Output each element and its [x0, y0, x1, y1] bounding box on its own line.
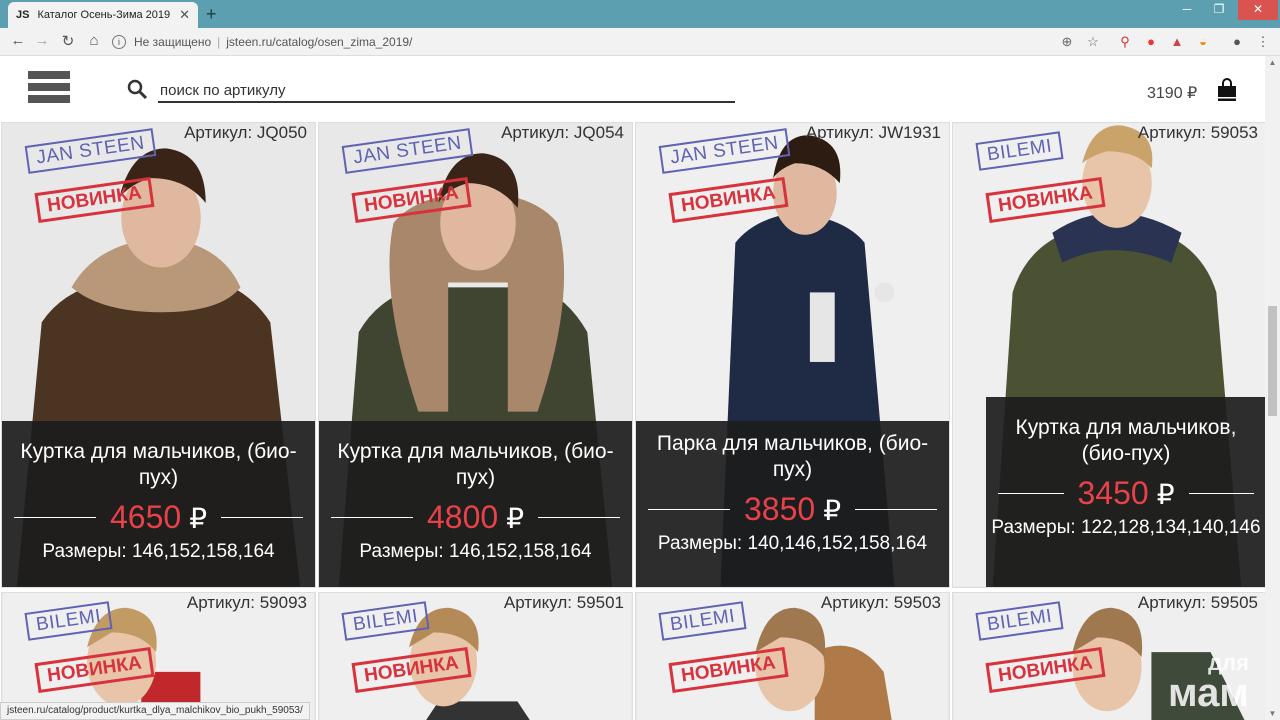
product-name[interactable]: Куртка для мальчиков, (био-пух) [319, 439, 632, 491]
scrollbar-thumb[interactable] [1268, 306, 1277, 416]
product-price: 4650 ₽ [110, 499, 208, 535]
status-bar-url: jsteen.ru/catalog/product/kurtka_dlya_ma… [0, 702, 310, 720]
forward-arrow-icon[interactable]: → [32, 32, 52, 49]
info-icon[interactable]: i [112, 35, 126, 49]
divider [855, 509, 938, 510]
reload-icon[interactable]: ↻ [58, 32, 78, 50]
product-info-box: Куртка для мальчиков, (био-пух) 4800 ₽ Ра… [319, 421, 632, 587]
article-number: Артикул: 59503 [820, 593, 941, 612]
product-card[interactable]: Артикул: 59093 BILEMI НОВИНКА [1, 592, 316, 720]
product-name[interactable]: Парка для мальчиков, (био-пух) [636, 431, 949, 483]
article-number: Артикул: 59505 [1137, 593, 1258, 612]
url-separator: | [217, 35, 221, 49]
price-row: 3450 ₽ [998, 475, 1255, 512]
hamburger-menu-icon[interactable] [28, 71, 70, 109]
divider [648, 509, 730, 510]
product-grid: Артикул: JQ050 JAN STEEN НОВИНКА Куртка … [0, 122, 1265, 720]
page-scrollbar[interactable]: ▲ ▼ [1265, 56, 1280, 720]
divider [1188, 493, 1255, 494]
divider [538, 517, 621, 518]
minimize-icon[interactable]: ─ [1172, 0, 1202, 20]
product-name[interactable]: Куртка для мальчиков, (био-пух) [986, 415, 1265, 467]
product-price: 3850 ₽ [744, 491, 842, 527]
maximize-icon[interactable]: ❐ [1204, 0, 1234, 20]
article-number: Артикул: 59501 [503, 593, 624, 612]
product-card[interactable]: Артикул: 59501 BILEMI НОВИНКА [318, 592, 633, 720]
product-info-box: Парка для мальчиков, (био-пух) 3850 ₽ Раз… [636, 421, 949, 587]
product-sizes: Размеры: 146,152,158,164 [42, 541, 275, 562]
product-sizes: Размеры: 146,152,158,164 [359, 541, 592, 562]
extension-bike-icon[interactable]: ⚲ [1116, 34, 1134, 50]
scroll-down-icon[interactable]: ▼ [1265, 709, 1280, 718]
price-row: 3850 ₽ [648, 491, 938, 528]
address-bar[interactable]: i Не защищено | jsteen.ru/catalog/osen_z… [112, 30, 1112, 54]
search-input[interactable] [158, 80, 735, 103]
product-name[interactable]: Куртка для мальчиков, (био-пух) [2, 439, 315, 491]
browser-tab[interactable]: JS Каталог Осень-Зима 2019 Жан Сте ✕ [8, 2, 198, 28]
divider [331, 517, 413, 518]
article-number: Артикул: JQ054 [501, 123, 624, 142]
bookmark-star-icon[interactable]: ☆ [1084, 34, 1102, 50]
product-price: 4800 ₽ [427, 499, 525, 535]
security-label: Не защищено [134, 35, 212, 49]
extension-mail-icon[interactable]: ◒ [1194, 34, 1212, 49]
price-row: 4650 ₽ [14, 499, 304, 536]
site-header: 3190 ₽ [0, 56, 1265, 122]
site-favicon-icon: JS [16, 9, 30, 21]
product-card[interactable]: Артикул: 59503 BILEMI НОВИНКА [635, 592, 950, 720]
url-text: jsteen.ru/catalog/osen_zima_2019/ [226, 35, 413, 49]
extension-pdf-icon[interactable]: ▲ [1168, 34, 1186, 49]
tab-close-icon[interactable]: ✕ [179, 7, 190, 23]
watermark: для мам [1168, 650, 1249, 715]
tab-title: Каталог Осень-Зима 2019 Жан Сте [37, 9, 173, 21]
search-icon[interactable] [126, 78, 148, 100]
article-number: Артикул: JW1931 [805, 123, 941, 142]
new-tab-icon[interactable]: + [206, 4, 217, 25]
product-info-box: Куртка для мальчиков, (био-пух) 3450 ₽ Ра… [986, 397, 1265, 587]
product-card[interactable]: Артикул: JW1931 JAN STEEN НОВИНКА Парка … [635, 122, 950, 588]
zoom-icon[interactable]: ⊕ [1058, 34, 1076, 50]
divider [14, 517, 96, 518]
divider [221, 517, 304, 518]
article-number: Артикул: JQ050 [184, 123, 307, 142]
product-card[interactable]: Артикул: 59053 BILEMI НОВИНКА Куртка для… [952, 122, 1265, 588]
window-close-icon[interactable]: ✕ [1238, 0, 1278, 20]
product-card[interactable]: Артикул: JQ054 JAN STEEN НОВИНКА Куртка … [318, 122, 633, 588]
article-number: Артикул: 59093 [186, 593, 307, 612]
shopping-bag-icon[interactable] [1216, 78, 1238, 102]
product-card[interactable]: Артикул: JQ050 JAN STEEN НОВИНКА Куртка … [1, 122, 316, 588]
divider [998, 493, 1064, 494]
browser-tab-bar: JS Каталог Осень-Зима 2019 Жан Сте ✕ + ─… [0, 0, 1280, 28]
article-number: Артикул: 59053 [1137, 123, 1258, 142]
extension-yandex-icon[interactable]: ● [1142, 34, 1160, 49]
profile-icon[interactable]: ● [1228, 34, 1246, 49]
product-sizes: Размеры: 122,128,134,140,146 [991, 517, 1261, 538]
product-info-box: Куртка для мальчиков, (био-пух) 4650 ₽ Ра… [2, 421, 315, 587]
browser-toolbar: ← → ↻ ⌂ i Не защищено | jsteen.ru/catalo… [0, 28, 1280, 56]
back-arrow-icon[interactable]: ← [8, 32, 28, 49]
product-sizes: Размеры: 140,146,152,158,164 [657, 533, 928, 554]
scroll-up-icon[interactable]: ▲ [1265, 58, 1280, 67]
home-icon[interactable]: ⌂ [84, 32, 104, 49]
cart-total[interactable]: 3190 ₽ [1147, 83, 1197, 103]
menu-dots-icon[interactable]: ⋮ [1254, 34, 1272, 50]
product-price: 3450 ₽ [1077, 475, 1175, 511]
price-row: 4800 ₽ [331, 499, 621, 536]
